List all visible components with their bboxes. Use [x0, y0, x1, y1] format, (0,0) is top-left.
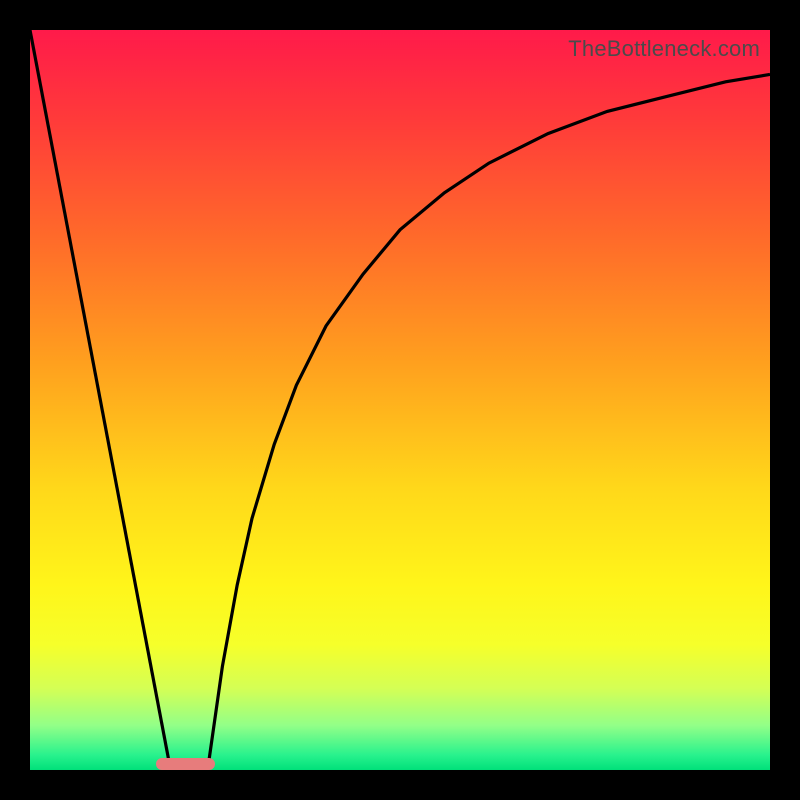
curve-left-line [30, 30, 171, 770]
curve-layer [30, 30, 770, 770]
curve-right-arc [208, 74, 770, 770]
plot-area: TheBottleneck.com [30, 30, 770, 770]
bottom-marker-pill [156, 758, 215, 770]
chart-frame: TheBottleneck.com [0, 0, 800, 800]
